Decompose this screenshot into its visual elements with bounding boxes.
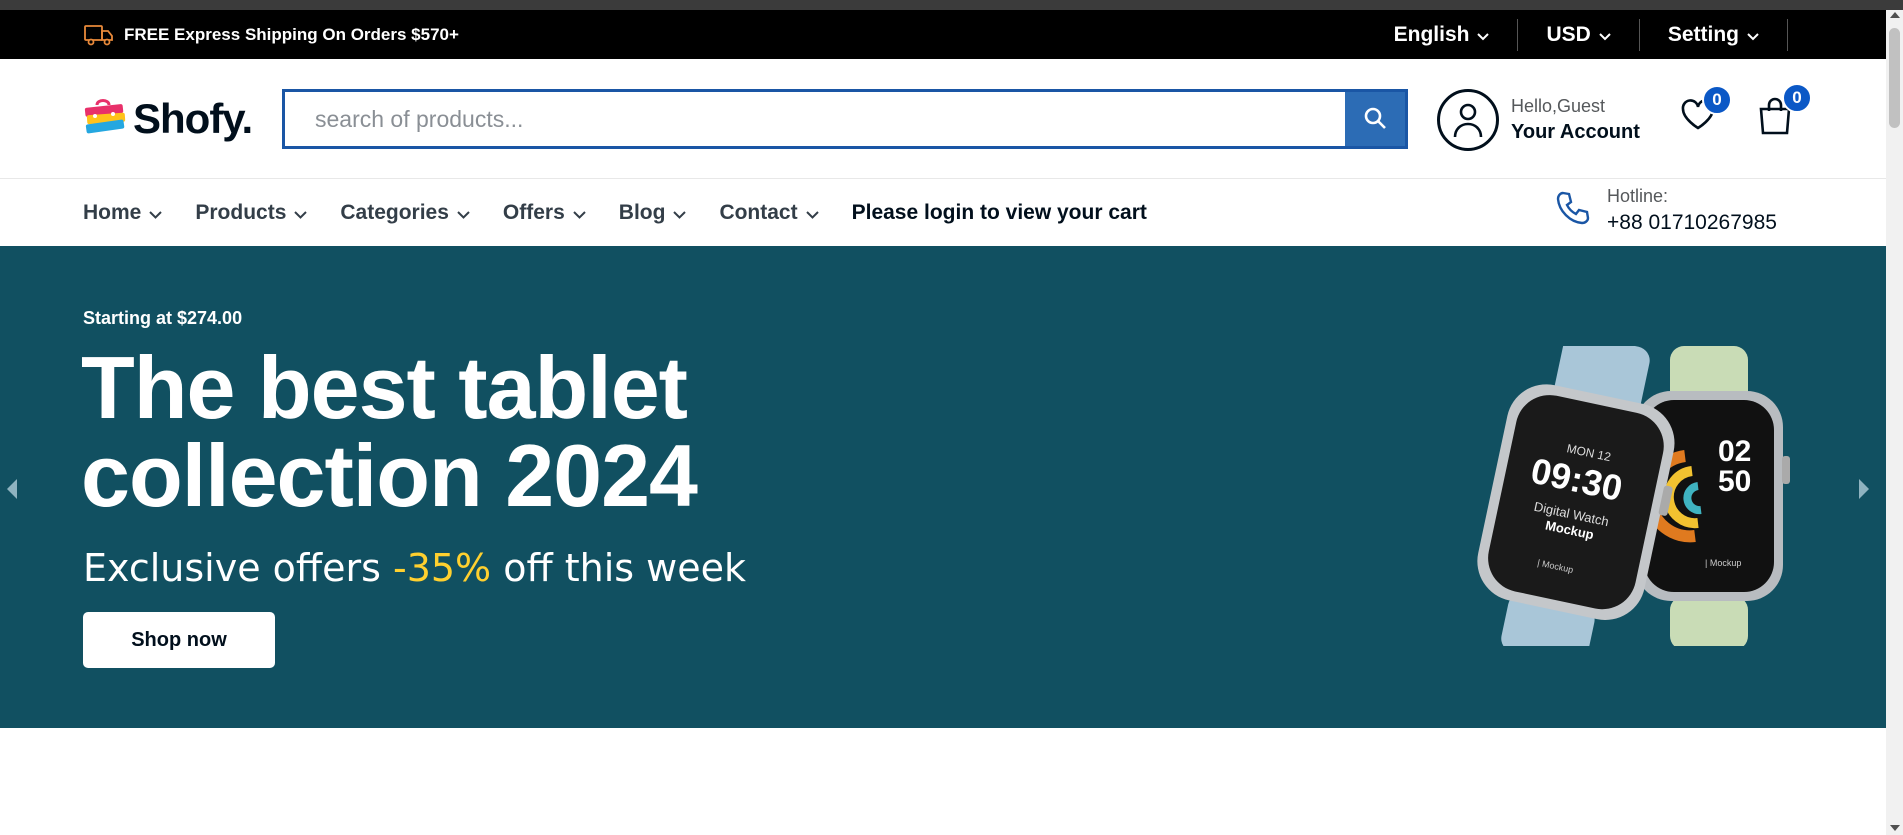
nav-categories-label: Categories (340, 201, 449, 224)
chevron-down-icon (573, 201, 586, 225)
nav-products-label: Products (195, 201, 287, 224)
shipping-text: FREE Express Shipping On Orders $570+ (124, 24, 459, 44)
hero-pre-title: Starting at $274.00 (83, 308, 243, 328)
watch2-hour: 02 (1718, 435, 1751, 468)
hotline-number: +88 01710267985 (1607, 211, 1777, 234)
shopping-bag-logo-icon (83, 96, 127, 143)
wishlist-count-badge: 0 (1702, 85, 1732, 115)
setting-selector[interactable]: Setting (1640, 18, 1788, 51)
shopping-bag-icon (1758, 97, 1792, 139)
scroll-up-arrow-icon[interactable] (1890, 12, 1900, 18)
site-logo[interactable]: Shofy. (83, 95, 253, 143)
search-icon (1363, 106, 1387, 133)
chevron-down-icon (805, 201, 819, 225)
hero-subtitle: Exclusive offers -35% off this week (83, 546, 746, 590)
shop-now-button[interactable]: Shop now (83, 612, 275, 668)
heart-icon (1680, 99, 1716, 135)
chevron-down-icon (1747, 23, 1759, 47)
cart-login-link[interactable]: Please login to view your cart (852, 201, 1147, 225)
smartwatch-image: 02 50 | Mockup MON 12 09:30 Digital Watc… (1470, 334, 1800, 665)
hero-title: The best tablet collection 2024 (81, 344, 901, 520)
chevron-down-icon (294, 201, 308, 225)
nav-offers-label: Offers (502, 201, 565, 224)
browser-chrome-strip (0, 0, 1903, 10)
chevron-down-icon (673, 201, 687, 225)
nav-home[interactable]: Home (83, 201, 163, 225)
top-bar: FREE Express Shipping On Orders $570+ En… (0, 10, 1886, 59)
slider-next-arrow-icon[interactable] (1858, 478, 1870, 505)
hero-title-line2: collection 2024 (81, 426, 698, 525)
hero-title-line1: The best tablet (81, 338, 688, 437)
main-navigation: Home Products Categories Offers Blog Con… (0, 180, 1886, 246)
scrollbar-thumb[interactable] (1889, 28, 1900, 128)
nav-contact-label: Contact (719, 201, 798, 224)
nav-offers[interactable]: Offers (503, 201, 586, 225)
nav-blog-label: Blog (618, 201, 666, 224)
watch2-footer: | Mockup (1705, 558, 1741, 568)
watch2-min: 50 (1718, 465, 1751, 498)
user-icon (1437, 89, 1499, 151)
language-label: English (1393, 22, 1470, 46)
nav-categories[interactable]: Categories (340, 201, 470, 225)
phone-icon (1555, 190, 1591, 231)
account-link[interactable]: Hello,Guest Your Account (1437, 89, 1640, 151)
cart-count-badge: 0 (1782, 83, 1812, 113)
account-greeting: Hello,Guest (1511, 96, 1606, 116)
search-button[interactable] (1345, 92, 1405, 146)
hero-banner: Starting at $274.00 The best tablet coll… (0, 246, 1886, 728)
hotline-label: Hotline: (1607, 186, 1669, 206)
nav-home-label: Home (83, 201, 142, 224)
truck-icon (84, 23, 114, 47)
chevron-down-icon (1599, 23, 1611, 47)
hero-subtitle-after: off this week (491, 546, 747, 590)
chevron-down-icon (149, 201, 163, 225)
wishlist-button[interactable]: 0 (1680, 85, 1732, 136)
currency-label: USD (1546, 22, 1591, 46)
page-scrollbar[interactable] (1886, 10, 1903, 835)
currency-selector[interactable]: USD (1518, 18, 1640, 51)
search-bar (282, 89, 1408, 149)
logo-text: Shofy. (133, 95, 253, 142)
cart-button[interactable]: 0 (1758, 83, 1812, 140)
search-input[interactable] (285, 92, 1345, 146)
shipping-notice: FREE Express Shipping On Orders $570+ (84, 10, 459, 59)
chevron-down-icon (457, 201, 470, 225)
language-selector[interactable]: English (1366, 18, 1519, 51)
nav-contact[interactable]: Contact (719, 201, 819, 225)
scroll-down-arrow-icon[interactable] (1890, 825, 1900, 831)
nav-blog[interactable]: Blog (619, 201, 687, 225)
setting-label: Setting (1667, 22, 1739, 46)
slider-prev-arrow-icon[interactable] (6, 478, 18, 505)
nav-products[interactable]: Products (195, 201, 308, 225)
account-title: Your Account (1511, 121, 1640, 143)
chevron-down-icon (1477, 23, 1490, 47)
main-header: Shofy. Hello,Guest Your Account 0 0 (0, 59, 1886, 179)
hero-subtitle-highlight: -35% (392, 546, 492, 590)
hotline[interactable]: Hotline: +88 01710267985 (1555, 186, 1777, 235)
hero-subtitle-before: Exclusive offers (83, 546, 393, 590)
